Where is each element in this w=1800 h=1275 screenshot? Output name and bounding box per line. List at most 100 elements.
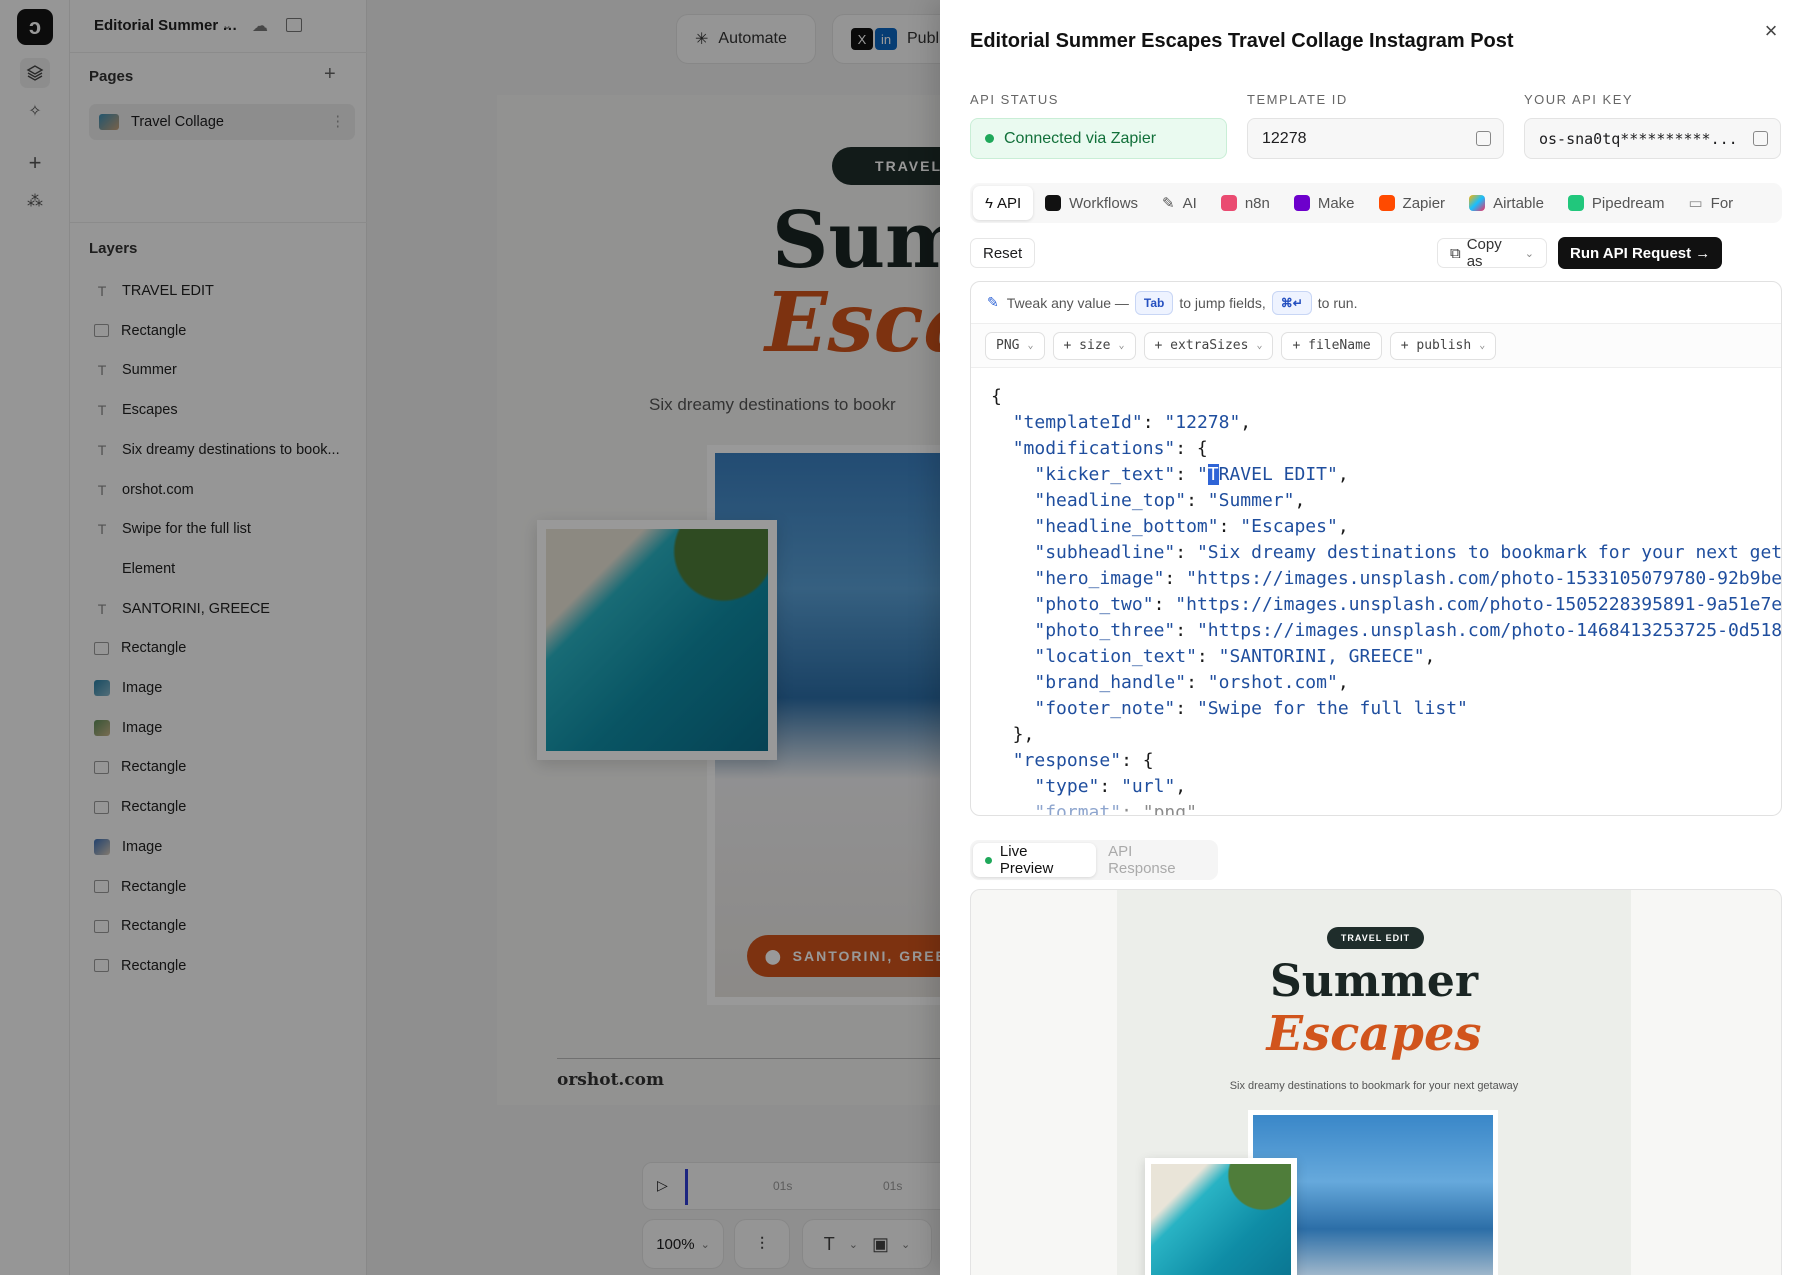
template-id-field[interactable]: 12278 — [1247, 118, 1504, 159]
api-key-label: YOUR API KEY — [1524, 92, 1634, 107]
chip-label: + publish — [1400, 338, 1472, 353]
hint-text: to run. — [1317, 294, 1358, 311]
code-brand-handle[interactable]: orshot.com — [1219, 672, 1327, 693]
template-id-value: 12278 — [1262, 129, 1307, 147]
tab-label: API Response — [1108, 843, 1176, 877]
code-footer-note[interactable]: Swipe for the full list — [1208, 698, 1457, 719]
code-hero-image[interactable]: https://images.unsplash.com/photo-153310… — [1197, 568, 1781, 589]
chip-label: PNG — [996, 338, 1020, 353]
tab-zapier[interactable]: Zapier — [1367, 186, 1458, 220]
option-chips: PNG ⌄ + size ⌄ + extraSizes ⌄ + fileName + … — [971, 324, 1781, 368]
chevron-down-icon: ⌄ — [1027, 340, 1034, 351]
publish-chip[interactable]: + publish ⌄ — [1389, 331, 1497, 360]
file-name-chip[interactable]: + fileName — [1281, 331, 1382, 360]
zapier-icon — [1378, 195, 1395, 211]
copy-icon[interactable] — [1753, 131, 1768, 146]
tab-label: Make — [1317, 194, 1355, 212]
close-icon[interactable]: × — [1758, 18, 1784, 44]
api-status-value: Connected via Zapier — [1004, 129, 1157, 147]
api-status-badge: Connected via Zapier — [970, 118, 1227, 159]
tab-api[interactable]: ϟ API — [973, 186, 1034, 220]
api-status-label: API STATUS — [970, 92, 1059, 107]
copy-icon[interactable] — [1476, 131, 1491, 146]
copy-as-button[interactable]: ⧉ Copy as ⌄ — [1437, 236, 1547, 270]
run-api-request-button[interactable]: Run API Request → — [1558, 237, 1723, 269]
modal-title: Editorial Summer Escapes Travel Collage … — [970, 30, 1514, 52]
chevron-down-icon: ⌄ — [1118, 340, 1125, 351]
chevron-down-icon: ⌄ — [1256, 340, 1263, 351]
chevron-down-icon: ⌄ — [1479, 340, 1486, 351]
tab-label: API — [996, 194, 1022, 212]
ai-icon: ✎ — [1162, 195, 1175, 212]
reset-button[interactable]: Reset — [970, 238, 1036, 268]
tab-label: Pipedream — [1591, 194, 1665, 212]
tab-make[interactable]: Make — [1282, 186, 1367, 220]
code-headline-bottom[interactable]: Escapes — [1251, 516, 1327, 537]
code-photo-two[interactable]: https://images.unsplash.com/photo-150522… — [1186, 594, 1781, 615]
tab-label: Airtable — [1493, 194, 1544, 212]
size-chip[interactable]: + size ⌄ — [1052, 331, 1136, 360]
api-key-value: os-sna0tq**********... — [1539, 129, 1738, 148]
modal-backdrop[interactable] — [0, 0, 940, 1275]
integration-tabs: ϟ API Workflows ✎ AI n8n Make Zapier Airta… — [970, 183, 1782, 223]
airtable-icon — [1469, 195, 1486, 211]
tab-label: AI — [1182, 194, 1197, 212]
preview-tabs: Live Preview API Response — [970, 840, 1218, 880]
tab-ai[interactable]: ✎ AI — [1150, 186, 1209, 220]
tab-n8n[interactable]: n8n — [1209, 186, 1282, 220]
preview-headline-bottom: Escapes — [1266, 1006, 1482, 1062]
pencil-icon: ✎ — [987, 294, 999, 310]
code-response-type[interactable]: url — [1132, 776, 1165, 797]
tab-label: n8n — [1244, 194, 1270, 212]
tab-workflows[interactable]: Workflows — [1033, 186, 1150, 220]
tab-kbd: Tab — [1134, 290, 1174, 315]
run-kbd: ⌘↵ — [1271, 290, 1312, 315]
code-headline-top[interactable]: Summer — [1219, 490, 1284, 511]
tab-pipedream[interactable]: Pipedream — [1556, 186, 1677, 220]
code-template-id[interactable]: 12278 — [1175, 412, 1229, 433]
format-chip[interactable]: PNG ⌄ — [985, 331, 1045, 360]
request-editor[interactable]: ✎ Tweak any value — Tab to jump fields, … — [970, 281, 1782, 816]
tab-live-preview[interactable]: Live Preview — [973, 843, 1097, 877]
code-photo-three[interactable]: https://images.unsplash.com/photo-146841… — [1208, 620, 1781, 641]
api-modal: Editorial Summer Escapes Travel Collage … — [940, 0, 1800, 1275]
live-preview: TRAVEL EDIT Summer Escapes Six dreamy de… — [970, 889, 1782, 1275]
live-dot-icon — [985, 856, 992, 864]
copy-icon: ⧉ — [1450, 244, 1461, 262]
tab-label: Zapier — [1402, 194, 1446, 212]
tab-label: Workflows — [1069, 194, 1139, 212]
chip-label: + fileName — [1292, 338, 1371, 353]
n8n-icon — [1220, 195, 1237, 211]
chip-label: + size — [1063, 338, 1111, 353]
text-cursor: T — [1207, 464, 1219, 485]
editor-hint: ✎ Tweak any value — Tab to jump fields, … — [971, 282, 1781, 324]
preview-headline-top: Summer — [1269, 956, 1479, 1007]
code-subheadline[interactable]: Six dreamy destinations to bookmark for … — [1208, 542, 1781, 563]
code-location-text[interactable]: SANTORINI, GREECE — [1229, 646, 1413, 667]
tab-airtable[interactable]: Airtable — [1457, 186, 1556, 220]
workflows-icon — [1045, 195, 1062, 211]
preview-subheadline: Six dreamy destinations to bookmark for … — [1229, 1080, 1519, 1092]
tab-forms[interactable]: ▭ For — [1676, 186, 1745, 220]
code-kicker-text[interactable]: RAVEL EDIT — [1219, 464, 1327, 485]
tab-api-response[interactable]: API Response — [1096, 843, 1215, 877]
chip-label: + extraSizes — [1154, 338, 1249, 353]
hint-text: Tweak any value — — [1006, 294, 1129, 311]
bolt-icon: ϟ — [985, 194, 993, 212]
code-brace: { — [991, 386, 1002, 407]
request-json[interactable]: { "templateId": "12278", "modifications"… — [991, 384, 1781, 815]
status-dot-icon — [985, 134, 994, 143]
preview-artboard: TRAVEL EDIT Summer Escapes Six dreamy de… — [1117, 890, 1631, 1275]
copy-as-label: Copy as — [1466, 236, 1502, 270]
tab-label: For — [1710, 194, 1734, 212]
pipedream-icon — [1567, 195, 1584, 211]
chevron-down-icon: ⌄ — [1524, 247, 1534, 260]
hint-text: to jump fields, — [1179, 294, 1266, 311]
make-icon — [1293, 195, 1310, 211]
api-key-field[interactable]: os-sna0tq**********... — [1524, 118, 1781, 159]
preview-photo-two — [1145, 1158, 1297, 1275]
extra-sizes-chip[interactable]: + extraSizes ⌄ — [1143, 331, 1274, 360]
preview-kicker: TRAVEL EDIT — [1327, 927, 1424, 949]
template-id-label: TEMPLATE ID — [1247, 92, 1348, 107]
tab-label: Live Preview — [999, 843, 1054, 877]
